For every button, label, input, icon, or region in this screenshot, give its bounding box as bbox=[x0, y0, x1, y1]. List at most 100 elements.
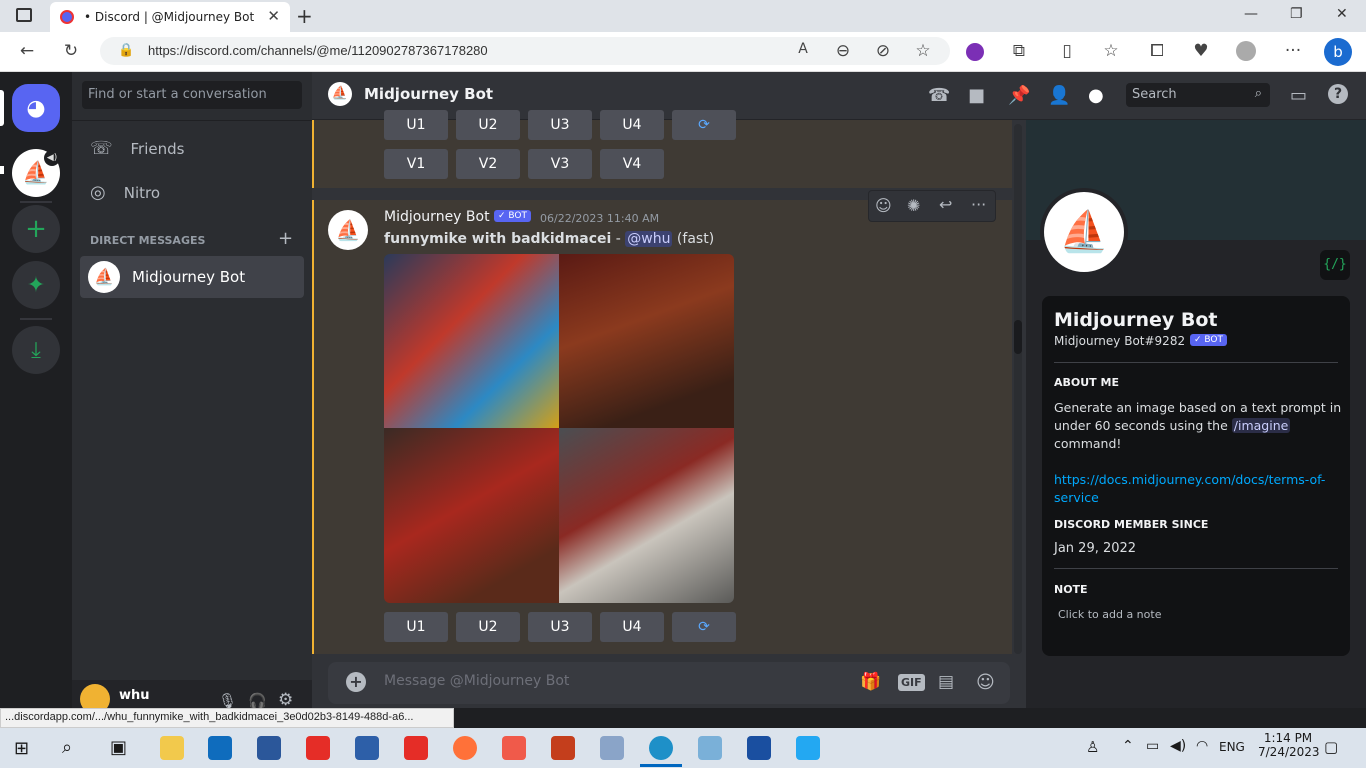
youtube-icon[interactable] bbox=[404, 736, 428, 760]
upscale-button-1[interactable]: U1 bbox=[384, 110, 448, 140]
find-conversation-input[interactable]: Find or start a conversation bbox=[82, 81, 302, 109]
outlook-icon[interactable] bbox=[208, 736, 232, 760]
add-server-icon[interactable]: + bbox=[12, 205, 60, 253]
people-icon[interactable]: ♙ bbox=[1086, 738, 1099, 756]
app-icon[interactable] bbox=[502, 736, 526, 760]
windows-start-icon[interactable]: ⊞ bbox=[14, 738, 29, 759]
dm-item-midjourney[interactable]: ⛵ Midjourney Bot bbox=[80, 256, 304, 298]
upload-plus-icon[interactable]: + bbox=[346, 672, 366, 692]
download-icon[interactable]: ⤓ bbox=[12, 326, 60, 374]
firefox-icon[interactable] bbox=[453, 736, 477, 760]
webex-icon[interactable] bbox=[747, 736, 771, 760]
variation-button-1[interactable]: V1 bbox=[384, 149, 448, 179]
youtube-icon[interactable] bbox=[306, 736, 330, 760]
lock-icon[interactable]: 🔒 bbox=[118, 42, 134, 58]
extension-icon[interactable] bbox=[966, 43, 984, 61]
add-reaction-icon[interactable]: ☺ bbox=[875, 196, 892, 215]
file-explorer-icon[interactable] bbox=[160, 736, 184, 760]
favorite-icon[interactable]: ☆ bbox=[912, 41, 934, 61]
notifications-icon[interactable]: ▢ bbox=[1324, 738, 1338, 756]
variation-button-4[interactable]: V4 bbox=[600, 149, 664, 179]
word-icon[interactable] bbox=[257, 736, 281, 760]
performance-icon[interactable]: ♥ bbox=[1190, 41, 1212, 61]
read-aloud-icon[interactable]: A bbox=[792, 41, 814, 57]
collections-icon[interactable]: ⧠ bbox=[1146, 41, 1168, 61]
sidebar-item-nitro[interactable]: ◎ Nitro bbox=[90, 182, 160, 203]
app-icon[interactable] bbox=[698, 736, 722, 760]
terms-link[interactable]: https://docs.midjourney.com/docs/terms-o… bbox=[1054, 471, 1325, 507]
author-avatar[interactable]: ⛵ bbox=[328, 210, 368, 250]
extensions-icon[interactable]: ⧉ bbox=[1008, 41, 1030, 61]
reply-icon[interactable]: ↩ bbox=[939, 195, 952, 214]
minimize-icon[interactable]: — bbox=[1244, 6, 1258, 22]
upscale-button-3[interactable]: U3 bbox=[528, 612, 592, 642]
search-input[interactable]: Search ⌕ bbox=[1126, 83, 1270, 107]
message-input[interactable]: Message @Midjourney Bot bbox=[384, 673, 569, 689]
tray-chevron-icon[interactable]: ⌃ bbox=[1122, 738, 1134, 754]
help-icon[interactable]: ? bbox=[1328, 84, 1348, 104]
language-indicator[interactable]: ENG bbox=[1219, 740, 1245, 754]
tab-actions-icon[interactable] bbox=[16, 8, 32, 22]
gif-button[interactable]: GIF bbox=[898, 674, 925, 691]
edge-icon[interactable] bbox=[649, 736, 673, 760]
gift-icon[interactable]: 🎁 bbox=[860, 672, 881, 692]
maximize-icon[interactable]: ❐ bbox=[1290, 6, 1303, 22]
settings-gear-icon[interactable]: ⚙ bbox=[278, 690, 293, 710]
new-tab-icon[interactable]: + bbox=[296, 4, 313, 28]
variation-button-2[interactable]: V2 bbox=[456, 149, 520, 179]
voice-call-icon[interactable]: ☎ bbox=[928, 85, 950, 106]
scrollbar-thumb[interactable] bbox=[1014, 320, 1022, 354]
browser-tab[interactable]: • Discord | @Midjourney Bot ✕ bbox=[50, 2, 290, 32]
scrollbar-track[interactable] bbox=[1014, 124, 1022, 654]
generated-image-grid[interactable] bbox=[384, 254, 734, 603]
favorites-icon[interactable]: ☆ bbox=[1100, 41, 1122, 61]
url-field[interactable]: 🔒 https://discord.com/channels/@me/11209… bbox=[100, 37, 950, 65]
vscode-icon[interactable] bbox=[796, 736, 820, 760]
active-developer-badge[interactable]: {/} bbox=[1320, 250, 1350, 280]
more-menu-icon[interactable]: ··· bbox=[1282, 41, 1304, 61]
search-icon[interactable]: ⌕ bbox=[62, 737, 72, 758]
wifi-icon[interactable]: ◠ bbox=[1196, 738, 1208, 754]
sticker-icon[interactable]: ▤ bbox=[938, 672, 954, 692]
message-author[interactable]: Midjourney Bot bbox=[384, 209, 490, 225]
create-dm-icon[interactable]: + bbox=[278, 228, 293, 249]
upscale-button-2[interactable]: U2 bbox=[456, 612, 520, 642]
note-input[interactable]: Click to add a note bbox=[1058, 608, 1161, 621]
bing-icon[interactable]: b bbox=[1324, 38, 1352, 66]
video-call-icon[interactable]: ■ bbox=[968, 85, 985, 106]
battery-icon[interactable]: ▭ bbox=[1146, 738, 1159, 754]
mention[interactable]: @whu bbox=[625, 231, 673, 247]
paint-icon[interactable] bbox=[600, 736, 624, 760]
upscale-button-1[interactable]: U1 bbox=[384, 612, 448, 642]
profile-avatar-icon[interactable] bbox=[1236, 41, 1256, 61]
variation-button-3[interactable]: V3 bbox=[528, 149, 592, 179]
upscale-button-2[interactable]: U2 bbox=[456, 110, 520, 140]
explore-icon[interactable]: ✦ bbox=[12, 261, 60, 309]
task-view-icon[interactable]: ▣ bbox=[110, 737, 127, 758]
add-friends-icon[interactable]: 👤 bbox=[1048, 85, 1070, 106]
more-options-icon[interactable]: ··· bbox=[971, 195, 986, 214]
tracking-icon[interactable]: ⊘ bbox=[872, 41, 894, 61]
powerpoint-icon[interactable] bbox=[551, 736, 575, 760]
discord-home-icon[interactable]: ◕ bbox=[12, 84, 60, 132]
upscale-button-3[interactable]: U3 bbox=[528, 110, 592, 140]
app-icon[interactable] bbox=[355, 736, 379, 760]
inbox-icon[interactable]: ▭ bbox=[1290, 85, 1307, 106]
zoom-out-icon[interactable]: ⊖ bbox=[832, 41, 854, 61]
pinned-messages-icon[interactable]: 📌 bbox=[1008, 85, 1030, 106]
refresh-icon[interactable]: ↻ bbox=[60, 41, 82, 61]
sidebar-item-friends[interactable]: ☏ Friends bbox=[90, 138, 184, 159]
close-window-icon[interactable]: ✕ bbox=[1336, 6, 1348, 22]
user-profile-icon[interactable]: ● bbox=[1088, 85, 1104, 106]
profile-avatar[interactable]: ⛵ bbox=[1044, 192, 1124, 272]
reroll-icon[interactable]: ⟳ bbox=[672, 110, 736, 140]
upscale-button-4[interactable]: U4 bbox=[600, 612, 664, 642]
split-screen-icon[interactable]: ▯ bbox=[1056, 41, 1078, 61]
upscale-button-4[interactable]: U4 bbox=[600, 110, 664, 140]
emoji-icon[interactable]: ☺ bbox=[976, 672, 995, 693]
clock[interactable]: 1:14 PM 7/24/2023 bbox=[1258, 731, 1320, 759]
reroll-icon[interactable]: ⟳ bbox=[672, 612, 736, 642]
back-icon[interactable]: ← bbox=[16, 41, 38, 61]
add-super-reaction-icon[interactable]: ✺ bbox=[907, 196, 920, 215]
imagine-command[interactable]: /imagine bbox=[1231, 418, 1291, 433]
